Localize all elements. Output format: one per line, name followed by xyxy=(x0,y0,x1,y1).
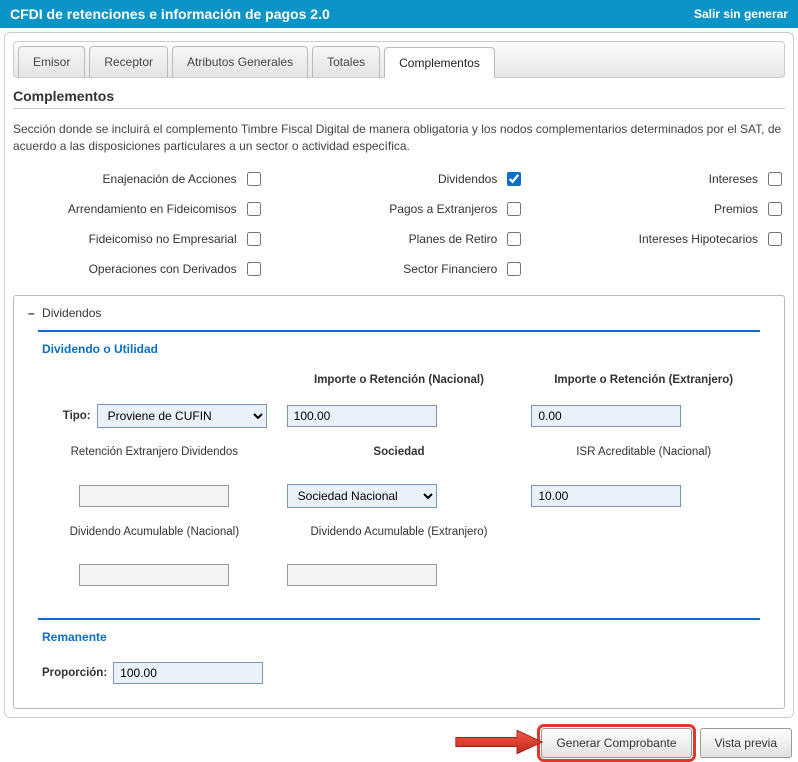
importe-nacional-input[interactable] xyxy=(287,405,437,427)
label-div-acum-nac: Dividendo Acumulable (Nacional) xyxy=(42,526,267,538)
check-enajenacion[interactable] xyxy=(247,172,261,186)
label-isr: ISR Acreditable (Nacional) xyxy=(531,446,756,458)
page-title: CFDI de retenciones e información de pag… xyxy=(10,6,330,22)
check-fideicomiso[interactable] xyxy=(247,232,261,246)
dividendo-utilidad-title: Dividendo o Utilidad xyxy=(42,342,756,356)
tab-emisor[interactable]: Emisor xyxy=(18,46,85,77)
exit-link[interactable]: Salir sin generar xyxy=(694,7,788,21)
div-acum-ext-input[interactable] xyxy=(287,564,437,586)
tab-totales[interactable]: Totales xyxy=(312,46,380,77)
header-importe-nacional: Importe o Retención (Nacional) xyxy=(287,374,512,386)
dividendos-group-label: Dividendos xyxy=(42,306,101,320)
header-bar: CFDI de retenciones e información de pag… xyxy=(0,0,798,28)
check-sector[interactable] xyxy=(507,262,521,276)
check-label-arrendamiento: Arrendamiento en Fideicomisos xyxy=(68,202,237,216)
check-label-sector: Sector Financiero xyxy=(403,262,497,276)
check-label-planes: Planes de Retiro xyxy=(409,232,498,246)
tab-atributos[interactable]: Atributos Generales xyxy=(172,46,308,77)
check-label-operaciones: Operaciones con Derivados xyxy=(89,262,237,276)
check-hipotecarios[interactable] xyxy=(768,232,782,246)
check-label-dividendos: Dividendos xyxy=(438,172,497,186)
separator xyxy=(13,108,785,109)
remanente-title: Remanente xyxy=(42,630,756,644)
vista-previa-button[interactable]: Vista previa xyxy=(700,728,792,758)
importe-extranjero-input[interactable] xyxy=(531,405,681,427)
collapse-icon: – xyxy=(28,306,35,320)
dividendos-group: – Dividendos Dividendo o Utilidad Import… xyxy=(13,295,785,709)
check-label-enajenacion: Enajenación de Acciones xyxy=(103,172,237,186)
label-sociedad: Sociedad xyxy=(287,446,512,458)
check-label-pagos-extranjeros: Pagos a Extranjeros xyxy=(389,202,497,216)
tabs: Emisor Receptor Atributos Generales Tota… xyxy=(13,41,785,78)
header-importe-extranjero: Importe o Retención (Extranjero) xyxy=(531,374,756,386)
tab-complementos[interactable]: Complementos xyxy=(384,47,495,78)
label-retencion-extranjero: Retención Extranjero Dividendos xyxy=(42,446,267,458)
generar-comprobante-button[interactable]: Generar Comprobante xyxy=(541,728,691,758)
dividendos-group-header[interactable]: – Dividendos xyxy=(28,306,770,320)
check-operaciones[interactable] xyxy=(247,262,261,276)
arrow-annotation xyxy=(454,728,544,756)
retencion-extranjero-input[interactable] xyxy=(79,485,229,507)
check-pagos-extranjeros[interactable] xyxy=(507,202,521,216)
proporcion-input[interactable] xyxy=(113,662,263,684)
check-premios[interactable] xyxy=(768,202,782,216)
check-planes[interactable] xyxy=(507,232,521,246)
section-title: Complementos xyxy=(13,88,785,104)
isr-input[interactable] xyxy=(531,485,681,507)
check-label-hipotecarios: Intereses Hipotecarios xyxy=(639,232,758,246)
tab-receptor[interactable]: Receptor xyxy=(89,46,168,77)
tipo-select[interactable]: Proviene de CUFIN xyxy=(97,404,267,428)
complementos-checks: Enajenación de Acciones Dividendos Inter… xyxy=(13,169,785,279)
footer-bar: Generar Comprobante Vista previa xyxy=(4,728,794,758)
main-panel: Emisor Receptor Atributos Generales Tota… xyxy=(4,32,794,718)
check-label-intereses: Intereses xyxy=(709,172,758,186)
check-label-premios: Premios xyxy=(714,202,758,216)
tipo-label: Tipo: xyxy=(63,410,91,422)
check-arrendamiento[interactable] xyxy=(247,202,261,216)
check-label-fideicomiso: Fideicomiso no Empresarial xyxy=(89,232,237,246)
div-acum-nac-input[interactable] xyxy=(79,564,229,586)
dividendo-utilidad-box: Dividendo o Utilidad Importe o Retención… xyxy=(38,330,760,610)
remanente-box: Remanente Proporción: xyxy=(38,618,760,690)
check-intereses[interactable] xyxy=(768,172,782,186)
sociedad-select[interactable]: Sociedad Nacional xyxy=(287,484,437,508)
proporcion-label: Proporción: xyxy=(42,667,107,679)
label-div-acum-ext: Dividendo Acumulable (Extranjero) xyxy=(287,526,512,538)
check-dividendos[interactable] xyxy=(507,172,521,186)
section-description: Sección donde se incluirá el complemento… xyxy=(13,121,785,155)
